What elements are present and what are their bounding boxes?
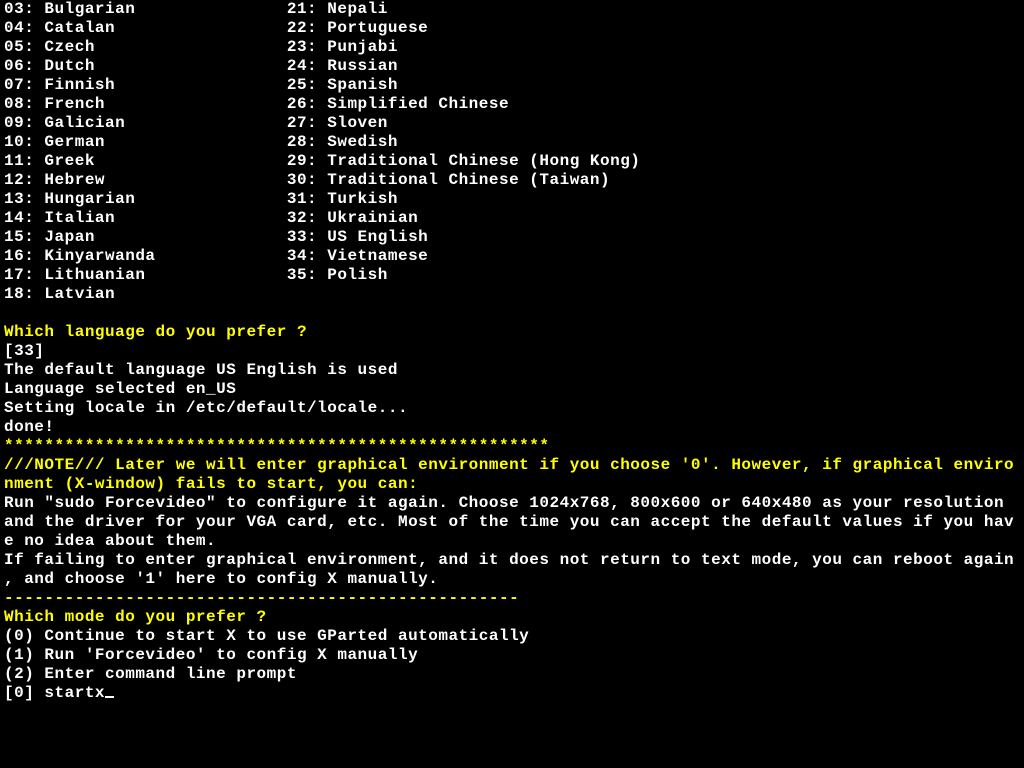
language-row: 13: Hungarian 31: Turkish <box>4 190 1020 209</box>
msg-done: done! <box>4 418 1020 437</box>
language-row: 04: Catalan 22: Portuguese <box>4 19 1020 38</box>
language-row: 11: Greek 29: Traditional Chinese (Hong … <box>4 152 1020 171</box>
language-row: 08: French 26: Simplified Chinese <box>4 95 1020 114</box>
hint-line-5: , and choose '1' here to config X manual… <box>4 570 1020 589</box>
language-prompt: Which language do you prefer ? <box>4 323 1020 342</box>
language-row: 03: Bulgarian 21: Nepali <box>4 0 1020 19</box>
language-row: 12: Hebrew 30: Traditional Chinese (Taiw… <box>4 171 1020 190</box>
note-line-1: ///NOTE/// Later we will enter graphical… <box>4 456 1020 475</box>
language-row: 06: Dutch 24: Russian <box>4 57 1020 76</box>
language-row: 18: Latvian <box>4 285 1020 304</box>
language-row: 05: Czech 23: Punjabi <box>4 38 1020 57</box>
language-row: 10: German 28: Swedish <box>4 133 1020 152</box>
language-answer: [33] <box>4 342 1020 361</box>
terminal-screen[interactable]: 03: Bulgarian 21: Nepali04: Catalan 22: … <box>0 0 1024 703</box>
mode-option-2: (2) Enter command line prompt <box>4 665 1020 684</box>
language-row: 07: Finnish 25: Spanish <box>4 76 1020 95</box>
hint-line-4: If failing to enter graphical environmen… <box>4 551 1020 570</box>
note-line-2: nment (X-window) fails to start, you can… <box>4 475 1020 494</box>
mode-option-0: (0) Continue to start X to use GParted a… <box>4 627 1020 646</box>
msg-language-selected: Language selected en_US <box>4 380 1020 399</box>
cursor-icon <box>105 696 114 698</box>
separator-dashes: ----------------------------------------… <box>4 589 1020 608</box>
language-row: 09: Galician 27: Sloven <box>4 114 1020 133</box>
mode-prompt: Which mode do you prefer ? <box>4 608 1020 627</box>
hint-line-2: and the driver for your VGA card, etc. M… <box>4 513 1020 532</box>
blank-line <box>4 304 1020 323</box>
language-row: 14: Italian 32: Ukrainian <box>4 209 1020 228</box>
mode-answer: [0] startx <box>4 684 105 702</box>
mode-input-line[interactable]: [0] startx <box>4 684 1020 703</box>
language-row: 17: Lithuanian 35: Polish <box>4 266 1020 285</box>
language-row: 15: Japan 33: US English <box>4 228 1020 247</box>
mode-option-1: (1) Run 'Forcevideo' to config X manuall… <box>4 646 1020 665</box>
hint-line-3: e no idea about them. <box>4 532 1020 551</box>
hint-line-1: Run "sudo Forcevideo" to configure it ag… <box>4 494 1020 513</box>
msg-setting-locale: Setting locale in /etc/default/locale... <box>4 399 1020 418</box>
language-row: 16: Kinyarwanda 34: Vietnamese <box>4 247 1020 266</box>
msg-default-language: The default language US English is used <box>4 361 1020 380</box>
separator-stars: ****************************************… <box>4 437 1020 456</box>
language-list: 03: Bulgarian 21: Nepali04: Catalan 22: … <box>4 0 1020 304</box>
